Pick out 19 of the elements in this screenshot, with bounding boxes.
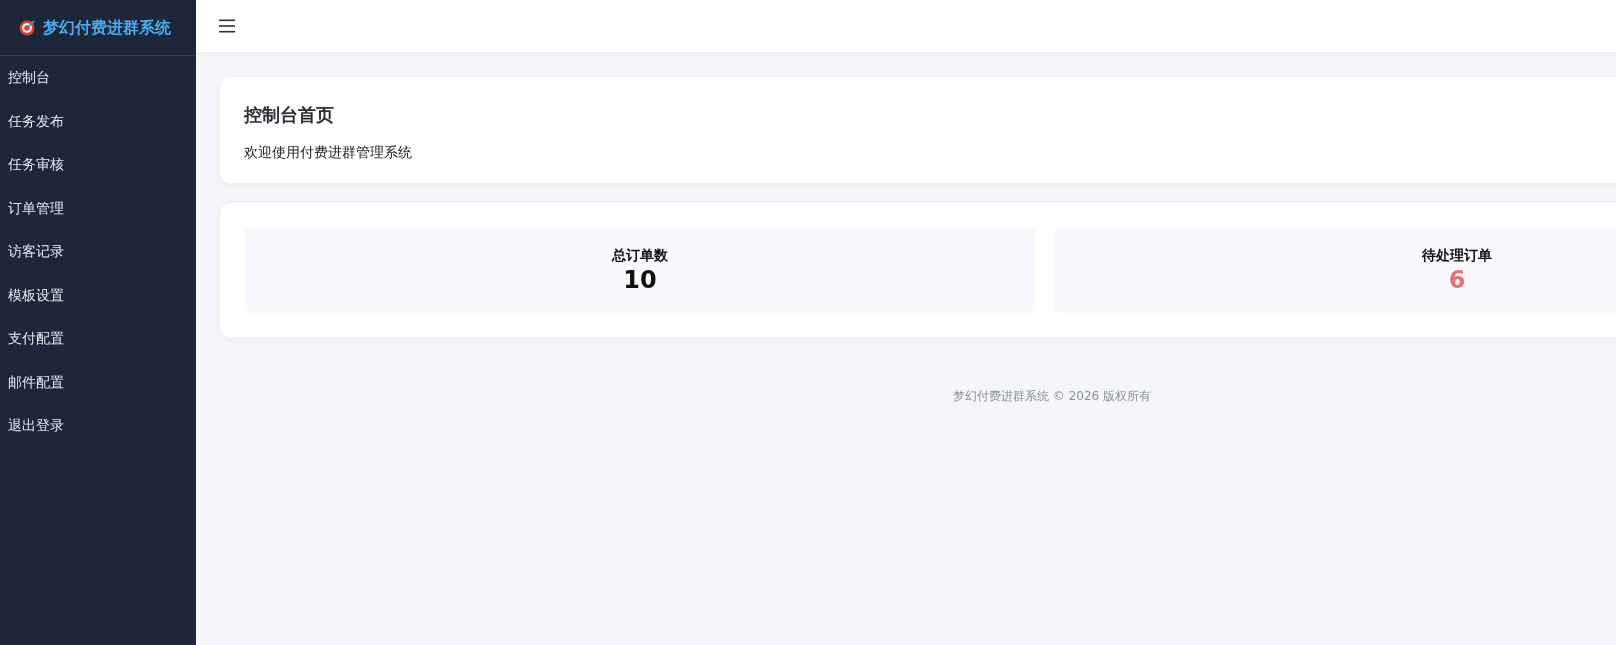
sidebar-item[interactable]: 访客记录 (0, 230, 196, 274)
stat-value: 10 (623, 265, 657, 295)
sidebar-item[interactable]: 任务发布 (0, 99, 196, 143)
page-title: 控制台首页 (244, 103, 334, 127)
welcome-text: 欢迎使用付费进群管理系统 (244, 143, 412, 162)
sidebar-item[interactable]: 邮件配置 (0, 360, 196, 404)
menu-icon[interactable] (219, 19, 235, 33)
stat-label: 待处理订单 (1422, 246, 1492, 265)
stat-value: 6 (1448, 265, 1466, 295)
target-icon (19, 19, 35, 36)
brand-title: 梦幻付费进群系统 (43, 16, 171, 39)
sidebar-item[interactable]: 订单管理 (0, 186, 196, 230)
sidebar-item[interactable]: 支付配置 (0, 317, 196, 361)
sidebar-item[interactable]: 模板设置 (0, 273, 196, 317)
sidebar-item[interactable]: 退出登录 (0, 404, 196, 448)
sidebar-item[interactable]: 控制台 (0, 56, 196, 100)
footer-text: 梦幻付费进群系统 © 2026 版权所有 (953, 388, 1151, 405)
sidebar-item[interactable]: 任务审核 (0, 143, 196, 187)
stat-label: 总订单数 (612, 246, 668, 265)
